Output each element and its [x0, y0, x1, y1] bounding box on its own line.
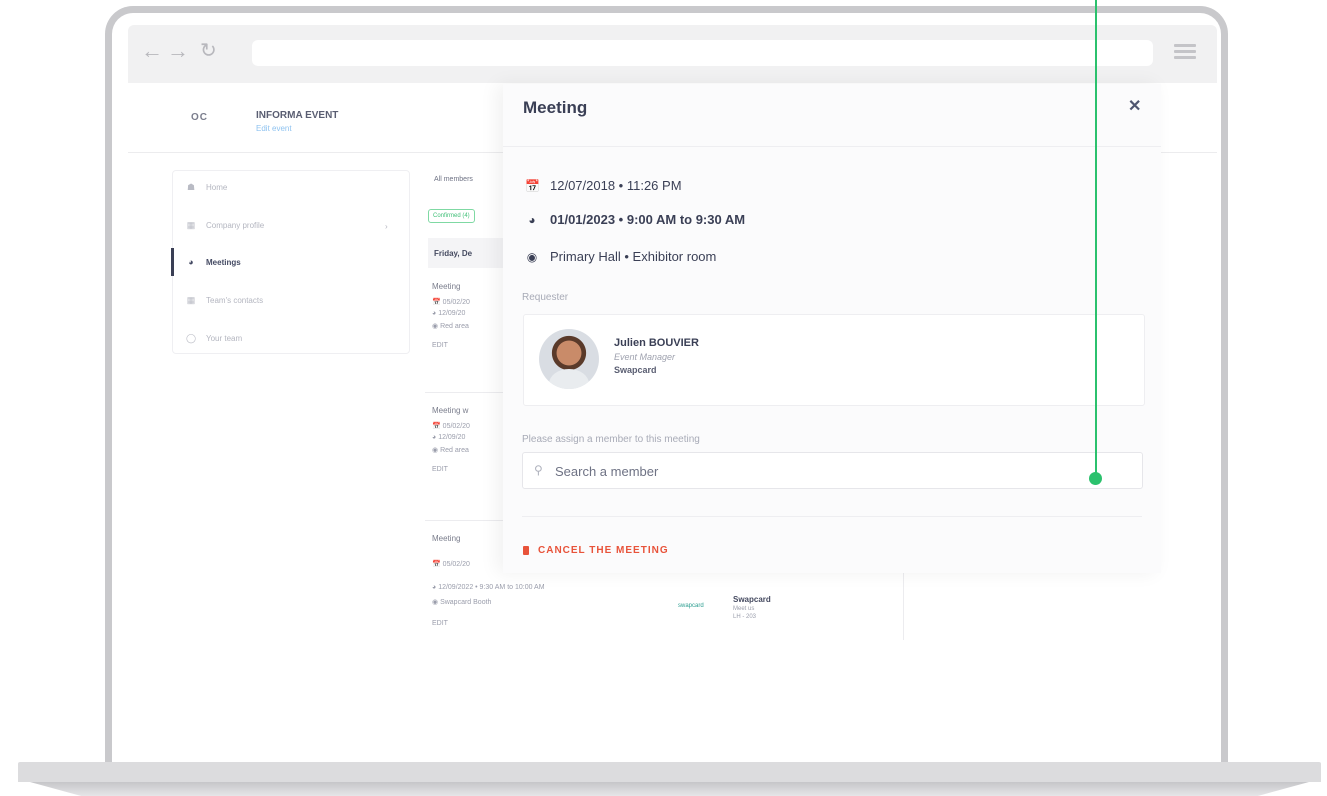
chair-icon: ◕: [188, 257, 194, 267]
day-header-label: Friday, De: [434, 249, 473, 258]
card-date: 📅 05/02/20: [432, 561, 470, 568]
card-title: Meeting w: [432, 406, 469, 415]
calendar-icon: 📅: [525, 178, 540, 193]
sidebar-item-company-profile[interactable]: ▦ Company profile: [186, 220, 265, 231]
sidebar-item-label: Meetings: [206, 257, 241, 267]
hamburger-menu-icon[interactable]: [1174, 44, 1196, 60]
panel-title: Meeting: [523, 98, 588, 117]
location-pin-icon: ◉: [526, 249, 538, 264]
member-search-field[interactable]: ⚲: [522, 452, 1143, 489]
building-icon: ▦: [186, 220, 196, 230]
card-edit-link[interactable]: EDIT: [432, 620, 448, 627]
requester-role: Event Manager: [614, 352, 676, 362]
sidebar-item-teams-contacts[interactable]: ▦ Team's contacts: [186, 295, 263, 306]
card-place: ◉ Red area: [432, 323, 469, 330]
contacts-icon: ▦: [186, 295, 196, 305]
card-date: 📅 05/02/20: [432, 299, 470, 306]
laptop-base-bottom: [30, 782, 1309, 796]
card-time: ◕ 12/09/20: [432, 434, 466, 441]
laptop-base: [18, 762, 1321, 782]
team-icon: ◯: [186, 333, 197, 343]
requester-company: Swapcard: [614, 365, 657, 375]
avatar: [539, 329, 599, 389]
created-date-text: 12/07/2018 • 11:26 PM: [550, 178, 682, 193]
card-title: Meeting: [432, 534, 461, 543]
address-bar[interactable]: [252, 40, 1153, 66]
cancel-meeting-button[interactable]: CANCEL THE MEETING: [523, 545, 669, 556]
panel-divider: [522, 516, 1142, 517]
app-logo: OC: [191, 112, 208, 123]
search-input[interactable]: [553, 458, 1117, 484]
card-edit-link[interactable]: EDIT: [432, 342, 448, 349]
trash-icon: [523, 546, 529, 555]
home-icon: ☗: [186, 182, 196, 192]
exhibitor-booth: LH - 203: [733, 614, 757, 620]
meeting-time-slot: ◕ 01/01/2023 • 9:00 AM to 9:30 AM: [525, 212, 745, 227]
requester-name: Julien BOUVIER: [614, 337, 699, 349]
exhibitor-name: Swapcard: [733, 595, 771, 604]
sidebar-item-your-team[interactable]: ◯ Your team: [186, 333, 242, 344]
back-arrow-icon[interactable]: ←: [141, 40, 163, 62]
panel-divider: [503, 146, 1161, 147]
requester-label: Requester: [522, 292, 569, 303]
sidebar-item-meetings[interactable]: ◕ Meetings: [186, 257, 241, 267]
card-title: Meeting: [432, 282, 461, 291]
sidebar-item-label: Your team: [206, 334, 243, 343]
callout-line: [1095, 0, 1097, 478]
cancel-meeting-label: CANCEL THE MEETING: [538, 545, 669, 556]
chevron-right-icon: ›: [385, 222, 388, 231]
reload-icon[interactable]: ↻: [200, 40, 217, 62]
sidebar-item-label: Team's contacts: [206, 296, 264, 305]
member-filter-dropdown[interactable]: All members: [434, 176, 473, 183]
location-text: Primary Hall • Exhibitor room: [550, 249, 717, 264]
confirmed-filter-chip[interactable]: Confirmed (4): [428, 209, 475, 223]
card-place: ◉ Red area: [432, 447, 469, 454]
card-time: ◕ 12/09/2022 • 9:30 AM to 10:00 AM: [432, 584, 545, 591]
sidebar-active-indicator: [171, 248, 174, 276]
sidebar-item-label: Home: [206, 183, 228, 192]
edit-event-link[interactable]: Edit event: [256, 124, 292, 133]
exhibitor-meet: Meet us: [733, 606, 755, 612]
chair-icon: ◕: [528, 212, 536, 227]
card-place: ◉ Swapcard Booth: [432, 599, 492, 606]
sidebar-item-label: Company profile: [206, 221, 265, 230]
close-icon[interactable]: ✕: [1128, 96, 1141, 116]
meeting-created-date: 📅 12/07/2018 • 11:26 PM: [525, 178, 682, 193]
sidebar-item-home[interactable]: ☗ Home: [186, 182, 227, 193]
card-date: 📅 05/02/20: [432, 423, 470, 430]
time-slot-text: 01/01/2023 • 9:00 AM to 9:30 AM: [550, 212, 746, 227]
callout-dot: [1089, 472, 1102, 485]
search-icon: ⚲: [534, 463, 543, 477]
assign-member-label: Please assign a member to this meeting: [522, 434, 700, 445]
event-name: INFORMA EVENT: [256, 110, 339, 121]
forward-arrow-icon[interactable]: →: [167, 40, 189, 62]
swapcard-logo: swapcard: [678, 603, 704, 609]
meeting-location: ◉ Primary Hall • Exhibitor room: [525, 249, 717, 264]
card-edit-link[interactable]: EDIT: [432, 466, 448, 473]
card-time: ◕ 12/09/20: [432, 310, 466, 317]
